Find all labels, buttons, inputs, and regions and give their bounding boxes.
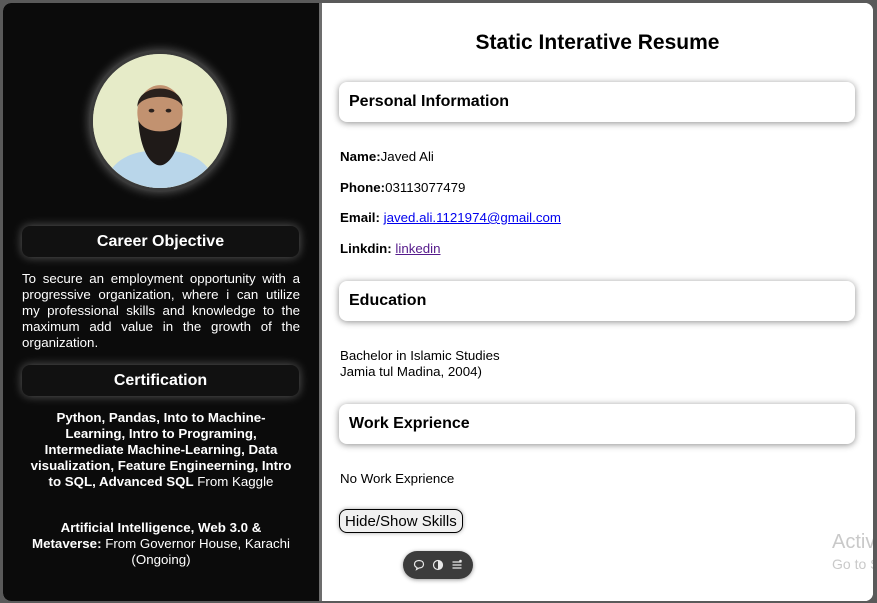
- work-experience-heading: Work Exprience: [339, 404, 855, 444]
- work-experience-text: No Work Exprience: [340, 471, 455, 486]
- education-institution: Jamia tul Madina, 2004): [340, 364, 482, 379]
- activation-watermark: Activ Go to S: [832, 530, 873, 574]
- watermark-line-2: Go to S: [832, 556, 873, 572]
- name-value: Javed Ali: [380, 149, 434, 164]
- email-label: Email:: [340, 210, 380, 225]
- certification-kaggle-source: From Kaggle: [193, 474, 274, 489]
- phone-row: Phone:03113077479: [340, 180, 465, 195]
- linkedin-label: Linkdin:: [340, 241, 392, 256]
- sidebar: Career Objective To secure an employment…: [3, 3, 319, 601]
- floating-toolbar: [403, 551, 473, 579]
- phone-value: 03113077479: [385, 180, 466, 195]
- menu-icon[interactable]: [450, 558, 464, 572]
- phone-label: Phone:: [340, 180, 386, 195]
- main-content: Static Interative Resume Personal Inform…: [322, 3, 873, 601]
- name-label: Name:: [340, 149, 381, 164]
- personal-information-heading: Personal Information: [339, 82, 855, 122]
- email-row: Email: javed.ali.1121974@gmail.com: [340, 210, 561, 225]
- certification-heading: Certification: [22, 365, 299, 396]
- career-objective-text: To secure an employment opportunity with…: [22, 271, 300, 350]
- certification-governor-house: Artificial Intelligence, Web 3.0 & Metav…: [27, 520, 295, 568]
- name-row: Name:Javed Ali: [340, 149, 434, 164]
- hide-show-skills-button[interactable]: Hide/Show Skills: [339, 509, 463, 533]
- career-objective-heading: Career Objective: [22, 226, 299, 257]
- profile-photo-illustration: [93, 54, 227, 188]
- toggle-icon[interactable]: [431, 558, 445, 572]
- resume-window: Career Objective To secure an employment…: [3, 3, 873, 601]
- education-details: Bachelor in Islamic Studies Jamia tul Ma…: [340, 348, 500, 380]
- watermark-line-1: Activ: [832, 531, 873, 553]
- profile-photo: [89, 50, 231, 192]
- chat-icon[interactable]: [412, 558, 426, 572]
- education-degree: Bachelor in Islamic Studies: [340, 348, 500, 363]
- certification-kaggle: Python, Pandas, Into to Machine-Learning…: [27, 410, 295, 490]
- certification-governor-house-source: From Governor House, Karachi (Ongoing): [101, 536, 290, 567]
- linkedin-row: Linkdin: linkedin: [340, 241, 441, 256]
- page-title: Static Interative Resume: [475, 31, 720, 54]
- email-link[interactable]: javed.ali.1121974@gmail.com: [384, 210, 561, 225]
- education-heading: Education: [339, 281, 855, 321]
- linkedin-link[interactable]: linkedin: [395, 241, 440, 256]
